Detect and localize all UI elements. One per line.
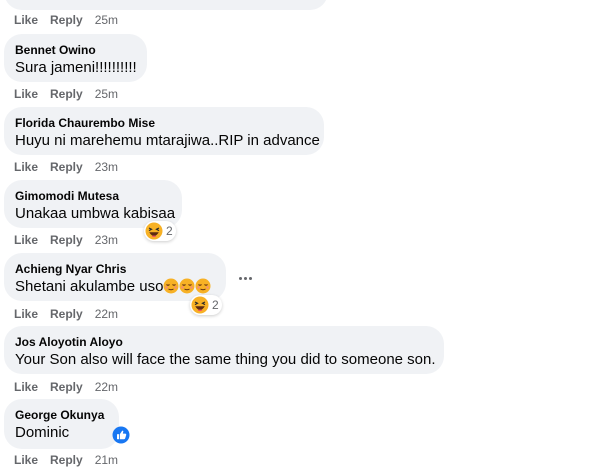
timestamp[interactable]: 21m: [95, 453, 118, 467]
comment-text: Shetani akulambe uso: [15, 277, 214, 297]
comment-actions: Like Reply 23m: [14, 159, 118, 175]
reaction-summary[interactable]: 2: [190, 295, 222, 315]
reply-button[interactable]: Reply: [50, 307, 83, 321]
comment-bubble: George Okunya Dominic: [4, 399, 119, 449]
reply-button[interactable]: Reply: [50, 453, 83, 467]
timestamp[interactable]: 23m: [95, 160, 118, 174]
like-button[interactable]: Like: [14, 13, 38, 27]
like-button[interactable]: Like: [14, 160, 38, 174]
like-button[interactable]: Like: [14, 233, 38, 247]
reply-button[interactable]: Reply: [50, 160, 83, 174]
haha-emoji-icon: [191, 296, 209, 314]
timestamp[interactable]: 22m: [95, 307, 118, 321]
timestamp[interactable]: 25m: [95, 87, 118, 101]
comment-author[interactable]: Jos Aloyotin Aloyo: [15, 334, 432, 350]
like-button[interactable]: Like: [14, 380, 38, 394]
reaction-count: 2: [212, 298, 219, 312]
reply-button[interactable]: Reply: [50, 87, 83, 101]
comment-author[interactable]: Florida Chaurembo Mise: [15, 115, 312, 131]
comment-text: Huyu ni marehemu mtarajiwa..RIP in advan…: [15, 132, 320, 149]
comment-author[interactable]: Achieng Nyar Chris: [15, 261, 214, 277]
more-options-button[interactable]: [233, 266, 257, 290]
like-thumb-icon[interactable]: [112, 426, 130, 444]
like-button[interactable]: Like: [14, 453, 38, 467]
comment-author[interactable]: Gimomodi Mutesa: [15, 188, 170, 204]
relieved-emoji-icon: [179, 278, 195, 294]
relieved-emoji-icon: [195, 278, 211, 294]
comment-text: Unakaa umbwa kabisaa: [15, 205, 176, 222]
comment-text: Your Son also will face the same thing y…: [15, 351, 436, 368]
comment-actions: Like Reply 21m: [14, 452, 118, 468]
comment-text: Sura jameni!!!!!!!!!!: [15, 59, 137, 76]
reply-button[interactable]: Reply: [50, 13, 83, 27]
comment-actions: Like Reply 22m: [14, 306, 118, 322]
reply-button[interactable]: Reply: [50, 233, 83, 247]
haha-emoji-icon: [145, 222, 163, 240]
comment-author[interactable]: Bennet Owino: [15, 42, 135, 58]
comment-bubble: Bennet Owino Sura jameni!!!!!!!!!!: [4, 34, 147, 82]
reaction-count: 2: [166, 224, 173, 238]
comment-bubble: Florida Chaurembo Mise Huyu ni marehemu …: [4, 107, 324, 155]
relieved-emoji-icon: [163, 278, 179, 294]
like-button[interactable]: Like: [14, 87, 38, 101]
like-button[interactable]: Like: [14, 307, 38, 321]
timestamp[interactable]: 23m: [95, 233, 118, 247]
comment-text-content: Shetani akulambe uso: [15, 278, 164, 295]
comment-text[interactable]: Dominic: [15, 423, 107, 443]
reply-button[interactable]: Reply: [50, 380, 83, 394]
comment-actions: Like Reply 23m: [14, 232, 118, 248]
comment-actions: Like Reply 22m: [14, 379, 118, 395]
timestamp[interactable]: 25m: [95, 13, 118, 27]
comment-author[interactable]: George Okunya: [15, 407, 107, 423]
timestamp[interactable]: 22m: [95, 380, 118, 394]
comment-bubble: Jos Aloyotin Aloyo Your Son also will fa…: [4, 326, 444, 374]
comment-actions: Like Reply 25m: [14, 86, 118, 102]
comment-bubble: [4, 0, 328, 10]
comment-actions: Like Reply 25m: [14, 12, 118, 28]
reaction-summary[interactable]: 2: [144, 221, 176, 241]
comment-bubble: Achieng Nyar Chris Shetani akulambe uso: [4, 253, 226, 301]
